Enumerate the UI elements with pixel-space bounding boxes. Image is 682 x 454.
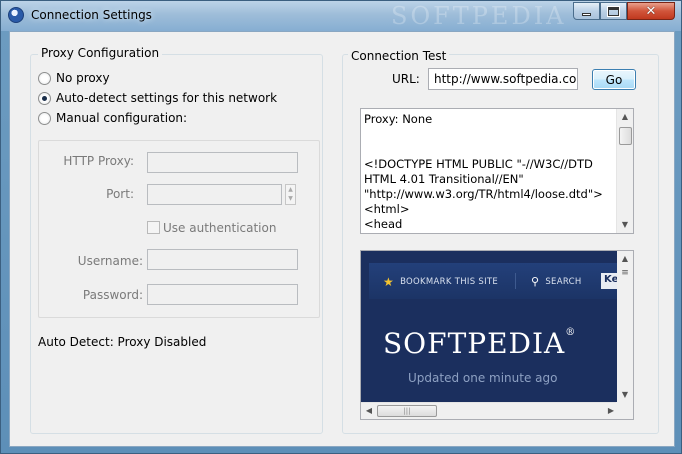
password-label: Password:	[82, 288, 143, 302]
bookmark-label: BOOKMARK THIS SITE	[400, 277, 499, 287]
username-label: Username:	[77, 254, 143, 268]
radio-manual-label: Manual configuration:	[56, 111, 188, 125]
page-preview[interactable]: ★ BOOKMARK THIS SITE ⚲ SEARCH Key SOFTPE…	[360, 250, 634, 420]
http-proxy-label: HTTP Proxy:	[63, 154, 134, 168]
password-input[interactable]	[147, 284, 298, 305]
http-proxy-input[interactable]	[147, 152, 298, 173]
go-button[interactable]: Go	[592, 69, 636, 90]
close-button[interactable]: ✕	[627, 2, 675, 20]
search-icon: ⚲	[531, 275, 540, 288]
preview-vertical-scrollbar[interactable]: ▲ ≡ ▼	[617, 251, 633, 403]
use-authentication-checkbox[interactable]	[147, 221, 160, 234]
connection-test-legend: Connection Test	[348, 49, 450, 63]
scroll-up-icon[interactable]: ▲	[617, 109, 633, 125]
port-stepper[interactable]: ▲ ▼	[285, 184, 296, 205]
radio-manual-button[interactable]	[38, 111, 51, 125]
radio-auto-detect-label: Auto-detect settings for this network	[56, 91, 278, 105]
proxy-status-text: Auto Detect: Proxy Disabled	[38, 335, 207, 349]
bookmark-link[interactable]: ★ BOOKMARK THIS SITE	[383, 275, 498, 289]
radio-auto-detect-button[interactable]	[38, 91, 51, 105]
preview-topbar: ★ BOOKMARK THIS SITE ⚲ SEARCH Key	[369, 263, 619, 299]
connection-settings-window: Connection Settings SOFTPEDIA ✕ Proxy Co…	[0, 0, 682, 454]
dialog-body: Proxy Configuration No proxy Auto-detect…	[9, 31, 675, 447]
preview-scroll-thumb[interactable]: ≡	[617, 265, 633, 281]
maximize-button[interactable]	[600, 2, 627, 20]
title-bar[interactable]: Connection Settings SOFTPEDIA ✕	[1, 1, 681, 31]
preview-scroll-left-icon[interactable]: ◀	[361, 403, 377, 419]
close-icon: ✕	[645, 3, 657, 19]
response-scrollbar[interactable]: ▲ ▼	[616, 109, 633, 233]
updated-text: Updated one minute ago	[408, 371, 558, 385]
port-input[interactable]	[147, 184, 282, 205]
username-input[interactable]	[147, 249, 298, 270]
radio-manual[interactable]: Manual configuration:	[38, 111, 187, 125]
minimize-button[interactable]	[573, 2, 600, 20]
response-text: Proxy: None <!DOCTYPE HTML PUBLIC "-//W3…	[364, 112, 603, 231]
softpedia-logo: SOFTPEDIA®	[383, 327, 576, 360]
url-input[interactable]: http://www.softpedia.com	[428, 68, 578, 90]
maximize-icon	[607, 5, 620, 17]
url-label: URL:	[392, 72, 420, 86]
response-textbox[interactable]: Proxy: None <!DOCTYPE HTML PUBLIC "-//W3…	[360, 108, 634, 234]
scroll-corner	[616, 402, 633, 419]
scroll-down-icon[interactable]: ▼	[617, 217, 633, 233]
radio-auto-detect[interactable]: Auto-detect settings for this network	[38, 91, 277, 105]
radio-no-proxy[interactable]: No proxy	[38, 71, 110, 85]
search-link[interactable]: ⚲ SEARCH	[531, 275, 582, 288]
watermark: SOFTPEDIA	[391, 2, 567, 30]
preview-horizontal-scrollbar[interactable]: ◀ ||| ▶	[361, 402, 619, 419]
scroll-thumb[interactable]	[619, 127, 632, 145]
minimize-icon	[582, 12, 591, 16]
proxy-configuration-legend: Proxy Configuration	[38, 46, 163, 60]
preview-scroll-down-icon[interactable]: ▼	[617, 387, 633, 403]
preview-viewport: ★ BOOKMARK THIS SITE ⚲ SEARCH Key SOFTPE…	[361, 251, 619, 403]
use-authentication-label: Use authentication	[163, 221, 277, 235]
radio-no-proxy-label: No proxy	[56, 71, 110, 85]
radio-no-proxy-button[interactable]	[38, 71, 51, 85]
logo-text: SOFTPEDIA	[383, 327, 566, 360]
preview-separator	[515, 273, 516, 289]
search-label: SEARCH	[545, 276, 582, 287]
preview-hscroll-thumb[interactable]: |||	[377, 405, 437, 417]
window-title: Connection Settings	[31, 8, 152, 22]
app-icon	[8, 7, 24, 23]
spin-up-icon[interactable]: ▲	[286, 185, 295, 194]
port-label: Port:	[106, 187, 134, 201]
star-icon: ★	[383, 275, 395, 289]
logo-registered-mark: ®	[565, 327, 577, 338]
spin-down-icon[interactable]: ▼	[286, 194, 295, 203]
